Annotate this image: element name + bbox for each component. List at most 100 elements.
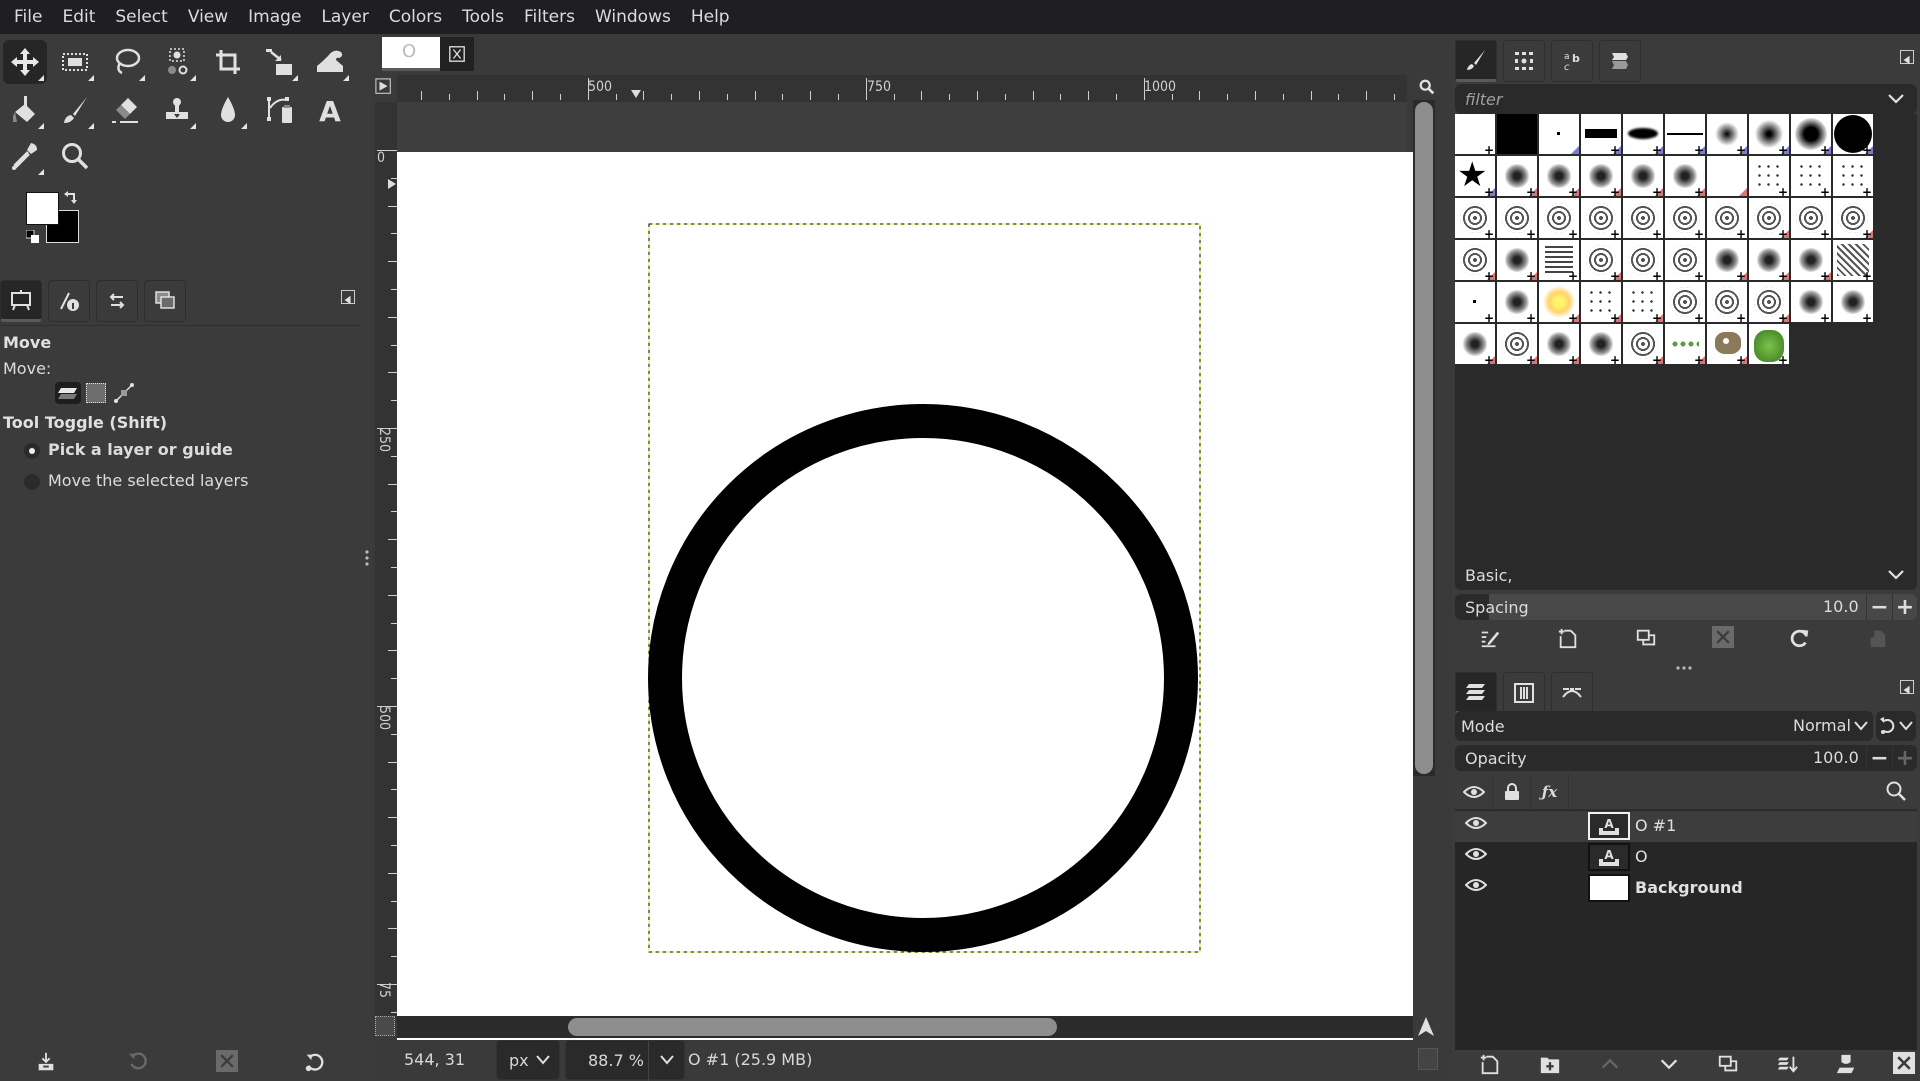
brush-item[interactable]: + xyxy=(1623,282,1663,322)
delete-layer-button[interactable] xyxy=(1893,1052,1915,1074)
toggle-quick-mask-button[interactable] xyxy=(375,1016,395,1036)
search-layers-button[interactable] xyxy=(1885,780,1909,804)
brush-item[interactable]: + xyxy=(1791,114,1831,154)
brush-item[interactable]: + xyxy=(1749,156,1789,196)
canvas-area[interactable] xyxy=(397,102,1413,1048)
vertical-scrollbar[interactable] xyxy=(1413,100,1435,776)
brush-item[interactable]: + xyxy=(1539,282,1579,322)
vertical-ruler[interactable]: 0 250 500 75 xyxy=(375,102,397,1041)
brush-item[interactable]: + xyxy=(1791,282,1831,322)
brush-item[interactable]: + xyxy=(1497,156,1537,196)
menu-colors[interactable]: Colors xyxy=(379,0,452,34)
brush-filter-input[interactable]: filter xyxy=(1455,84,1917,114)
brush-item[interactable]: ★ + xyxy=(1455,156,1495,196)
lock-column-header[interactable] xyxy=(1493,774,1531,810)
zoom-select[interactable]: 88.7 % xyxy=(565,1040,685,1081)
brush-item[interactable]: + xyxy=(1581,282,1621,322)
unified-transform-tool-button[interactable] xyxy=(257,40,301,84)
menu-filters[interactable]: Filters xyxy=(514,0,585,34)
brush-item[interactable]: + xyxy=(1623,114,1663,154)
brush-item[interactable]: + xyxy=(1665,324,1705,364)
warp-transform-tool-button[interactable] xyxy=(308,40,352,84)
save-tool-preset-button[interactable] xyxy=(34,1050,58,1074)
spacing-increase-button[interactable]: + xyxy=(1892,594,1917,620)
brush-item[interactable]: + xyxy=(1707,114,1747,154)
lower-layer-button[interactable] xyxy=(1657,1052,1681,1076)
brush-item[interactable]: + xyxy=(1707,324,1747,364)
menu-view[interactable]: View xyxy=(178,0,238,34)
tab-document-history[interactable] xyxy=(1599,40,1641,82)
swap-colors-icon[interactable] xyxy=(63,190,79,206)
layer-row-o[interactable]: A O xyxy=(1455,842,1917,873)
tab-layers[interactable] xyxy=(1455,672,1497,714)
panel-resize-handle[interactable] xyxy=(1674,656,1694,670)
horizontal-scrollbar-thumb[interactable] xyxy=(568,1018,1057,1036)
visibility-eye-icon[interactable] xyxy=(1465,847,1487,861)
tab-tool-options[interactable] xyxy=(0,280,42,322)
tab-device-status[interactable] xyxy=(48,280,90,322)
navigate-button[interactable] xyxy=(1415,1016,1437,1038)
brush-item[interactable]: + xyxy=(1833,156,1873,196)
text-tool-button[interactable]: A xyxy=(308,88,352,132)
brush-item[interactable]: + xyxy=(1707,198,1747,238)
default-colors-icon[interactable] xyxy=(25,229,40,243)
tab-patterns[interactable] xyxy=(1503,40,1545,82)
brush-item[interactable]: + xyxy=(1833,114,1873,154)
menu-image[interactable]: Image xyxy=(238,0,311,34)
spacing-slider[interactable]: Spacing 10.0 − + xyxy=(1455,594,1917,620)
pick-layer-radio[interactable] xyxy=(24,443,40,459)
move-selected-radio[interactable] xyxy=(24,474,40,490)
brush-item[interactable]: + xyxy=(1497,198,1537,238)
menu-help[interactable]: Help xyxy=(681,0,740,34)
visibility-column-header[interactable] xyxy=(1455,774,1493,810)
delete-tool-preset-button[interactable] xyxy=(216,1050,238,1072)
brush-item[interactable]: + xyxy=(1581,324,1621,364)
crop-tool-button[interactable] xyxy=(206,40,250,84)
add-mask-button[interactable] xyxy=(1834,1052,1858,1076)
quick-mask-menu-button[interactable] xyxy=(375,78,395,98)
move-path-mode-button[interactable] xyxy=(113,382,135,404)
brush-tag-input[interactable]: Basic, xyxy=(1455,560,1917,590)
tab-fonts[interactable]: abc xyxy=(1551,40,1593,82)
brush-item[interactable]: + xyxy=(1749,114,1789,154)
paths-tool-button[interactable] xyxy=(257,88,301,132)
smudge-tool-button[interactable] xyxy=(206,88,250,132)
configure-tab-button[interactable] xyxy=(341,290,355,305)
brush-item[interactable]: + xyxy=(1749,198,1789,238)
brush-item[interactable]: + xyxy=(1833,240,1873,280)
unit-select[interactable]: px xyxy=(496,1040,560,1080)
image-canvas[interactable] xyxy=(397,152,1413,1048)
composite-mode-button[interactable] xyxy=(1876,711,1916,741)
menu-select[interactable]: Select xyxy=(105,0,177,34)
visibility-eye-icon[interactable] xyxy=(1465,878,1487,892)
brush-item[interactable]: + xyxy=(1749,282,1789,322)
brush-item[interactable]: + xyxy=(1791,240,1831,280)
brush-item[interactable]: + xyxy=(1539,156,1579,196)
open-brush-as-image-button[interactable] xyxy=(1866,626,1890,650)
new-brush-button[interactable] xyxy=(1556,626,1580,650)
brush-item[interactable]: + xyxy=(1833,198,1873,238)
brush-item[interactable]: + xyxy=(1623,240,1663,280)
opacity-decrease-button[interactable]: − xyxy=(1866,745,1892,771)
move-tool-button[interactable] xyxy=(3,40,47,84)
brush-item[interactable]: + xyxy=(1791,198,1831,238)
mode-select[interactable]: Mode Normal xyxy=(1455,711,1873,741)
dock-resize-handle[interactable] xyxy=(365,548,369,568)
brush-item[interactable]: + xyxy=(1665,114,1705,154)
brush-item[interactable]: + xyxy=(1581,198,1621,238)
new-layer-button[interactable] xyxy=(1478,1052,1502,1076)
brush-item[interactable]: + xyxy=(1497,114,1537,154)
free-select-tool-button[interactable] xyxy=(104,40,148,84)
menu-tools[interactable]: Tools xyxy=(452,0,514,34)
brush-item[interactable]: + xyxy=(1455,114,1495,154)
new-layer-group-button[interactable] xyxy=(1538,1052,1562,1076)
delete-brush-button[interactable] xyxy=(1712,626,1734,648)
brush-item[interactable]: + xyxy=(1497,240,1537,280)
brush-item[interactable]: + xyxy=(1833,282,1873,322)
merge-layer-button[interactable] xyxy=(1775,1052,1799,1076)
brush-item[interactable] xyxy=(1539,114,1579,154)
tab-undo-history[interactable] xyxy=(96,280,138,322)
horizontal-ruler[interactable]: 500 750 1000 xyxy=(397,75,1407,102)
configure-tab-button[interactable] xyxy=(1900,680,1914,695)
brush-item[interactable]: + xyxy=(1749,324,1789,364)
